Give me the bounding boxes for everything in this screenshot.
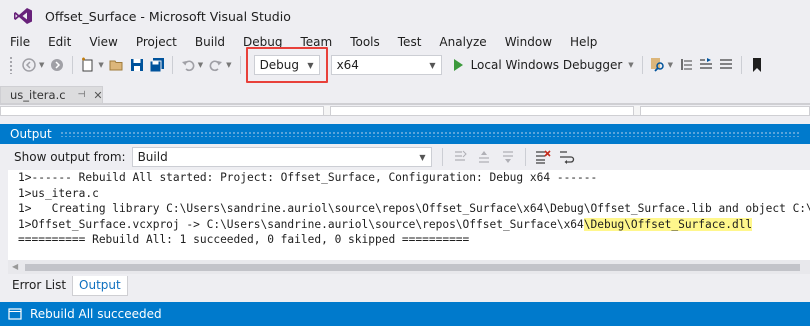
output-line-dll: 1>Offset_Surface.vcxproj -> C:\Users\san…	[8, 217, 810, 233]
solution-platform-value: x64	[336, 58, 359, 72]
toolbar-separator	[741, 56, 743, 74]
document-tab[interactable]: us_itera.c ⊣ ✕	[0, 86, 103, 104]
global-scope-dropdown[interactable]	[330, 106, 634, 115]
chevron-down-icon: ▼	[307, 60, 314, 70]
menu-view[interactable]: View	[80, 33, 126, 51]
output-line-prefix: 1>Offset_Surface.vcxproj -> C:\Users\san…	[18, 217, 584, 231]
find-dropdown-icon[interactable]: ▼	[668, 61, 673, 69]
forward-icon[interactable]	[49, 57, 65, 73]
show-output-from-dropdown[interactable]: Build ▼	[131, 147, 432, 167]
menu-edit[interactable]: Edit	[39, 33, 80, 51]
highlighted-dll-path: \Debug\Offset_Surface.dll	[583, 217, 753, 231]
menu-build[interactable]: Build	[186, 33, 234, 51]
next-message-icon[interactable]	[500, 149, 516, 165]
toolbar-separator	[171, 56, 173, 74]
menu-help[interactable]: Help	[561, 33, 606, 51]
new-dropdown-icon[interactable]: ▼	[98, 61, 103, 69]
menu-analyze[interactable]: Analyze	[430, 33, 495, 51]
start-debugging-label: Local Windows Debugger	[470, 58, 623, 72]
tab-error-list[interactable]: Error List	[0, 276, 72, 296]
document-tab-label: us_itera.c	[10, 88, 66, 102]
solution-platform-dropdown[interactable]: x64 ▼	[330, 55, 442, 75]
menu-project[interactable]: Project	[127, 33, 186, 51]
save-all-icon[interactable]	[149, 57, 165, 73]
panel-drag-grip[interactable]	[59, 131, 800, 137]
redo-dropdown-icon[interactable]: ▼	[226, 61, 231, 69]
toolbar-separator	[641, 56, 643, 74]
solution-configuration-wrapper: Debug ▼	[245, 47, 328, 83]
project-scope-dropdown[interactable]	[0, 106, 324, 115]
scroll-left-icon[interactable]: ◀	[12, 262, 18, 271]
undo-icon[interactable]	[180, 57, 196, 73]
close-icon[interactable]: ✕	[93, 89, 102, 102]
toggle-word-wrap-icon[interactable]	[559, 149, 575, 165]
title-bar: Offset_Surface - Microsoft Visual Studio	[0, 0, 810, 32]
comment-lines-icon[interactable]	[698, 57, 714, 73]
redo-icon[interactable]	[208, 57, 224, 73]
chevron-down-icon: ▼	[429, 60, 436, 70]
back-dropdown-icon[interactable]: ▼	[39, 61, 44, 69]
toolbar-separator	[72, 56, 74, 74]
visual-studio-logo-icon	[14, 8, 32, 24]
open-folder-icon[interactable]	[109, 57, 125, 73]
menu-debug[interactable]: Debug	[234, 33, 291, 51]
save-icon[interactable]	[129, 57, 145, 73]
debugger-dropdown-icon[interactable]: ▼	[628, 61, 633, 69]
menu-file[interactable]: File	[0, 33, 39, 51]
output-toolbar: Show output from: Build ▼	[0, 145, 810, 169]
standard-toolbar: ▼ ▼ ▼ ▼ Debug ▼ x64 ▼ Local Windows Debu…	[0, 47, 810, 83]
show-output-from-label: Show output from:	[14, 150, 126, 164]
solution-configuration-value: Debug	[259, 58, 300, 72]
find-in-files-icon[interactable]	[650, 57, 666, 73]
output-line: 1> Creating library C:\Users\sandrine.au…	[18, 202, 810, 215]
back-icon[interactable]	[21, 57, 37, 73]
undo-dropdown-icon[interactable]: ▼	[198, 61, 203, 69]
find-message-in-code-icon[interactable]	[452, 149, 468, 165]
new-project-icon[interactable]	[80, 57, 96, 73]
output-line: 1>us_itera.c	[18, 186, 99, 200]
status-text: Rebuild All succeeded	[30, 307, 162, 321]
output-text-area[interactable]: 1>------ Rebuild All started: Project: O…	[8, 170, 810, 260]
scrollbar-thumb[interactable]	[25, 264, 800, 271]
previous-message-icon[interactable]	[476, 149, 492, 165]
tab-output[interactable]: Output	[72, 276, 128, 296]
chevron-down-icon: ▼	[419, 152, 426, 162]
bookmark-icon[interactable]	[749, 57, 765, 73]
tab-underline	[0, 103, 810, 105]
toolbar-grip[interactable]	[9, 56, 13, 74]
uncomment-lines-icon[interactable]	[718, 57, 734, 73]
window-title: Offset_Surface - Microsoft Visual Studio	[45, 8, 291, 24]
output-panel-header: Output	[0, 124, 810, 144]
pin-icon[interactable]: ⊣	[78, 90, 86, 100]
output-line: 1>------ Rebuild All started: Project: O…	[18, 171, 598, 184]
menu-team[interactable]: Team	[291, 33, 341, 51]
status-bar: Rebuild All succeeded	[0, 302, 810, 326]
solution-configuration-dropdown[interactable]: Debug ▼	[253, 55, 320, 75]
play-icon	[453, 59, 463, 71]
output-panel-title: Output	[10, 127, 52, 141]
build-status-icon	[8, 308, 22, 320]
editor-navigation-bar	[0, 106, 810, 116]
show-output-from-value: Build	[137, 150, 168, 164]
start-debugging-button[interactable]: Local Windows Debugger	[453, 58, 623, 72]
step-into-icon[interactable]	[678, 57, 694, 73]
toolbar-separator	[524, 148, 526, 166]
clear-all-icon[interactable]	[535, 149, 551, 165]
menu-bar: File Edit View Project Build Debug Team …	[0, 32, 810, 52]
menu-window[interactable]: Window	[496, 33, 561, 51]
horizontal-scrollbar[interactable]: ◀	[8, 260, 810, 274]
toolbar-separator	[441, 148, 443, 166]
menu-tools[interactable]: Tools	[341, 33, 389, 51]
member-scope-dropdown[interactable]	[640, 106, 810, 115]
tool-window-tabs: Error List Output	[0, 276, 810, 298]
output-line: ========== Rebuild All: 1 succeeded, 0 f…	[18, 233, 470, 246]
toolbar-separator	[239, 56, 241, 74]
menu-test[interactable]: Test	[389, 33, 431, 51]
